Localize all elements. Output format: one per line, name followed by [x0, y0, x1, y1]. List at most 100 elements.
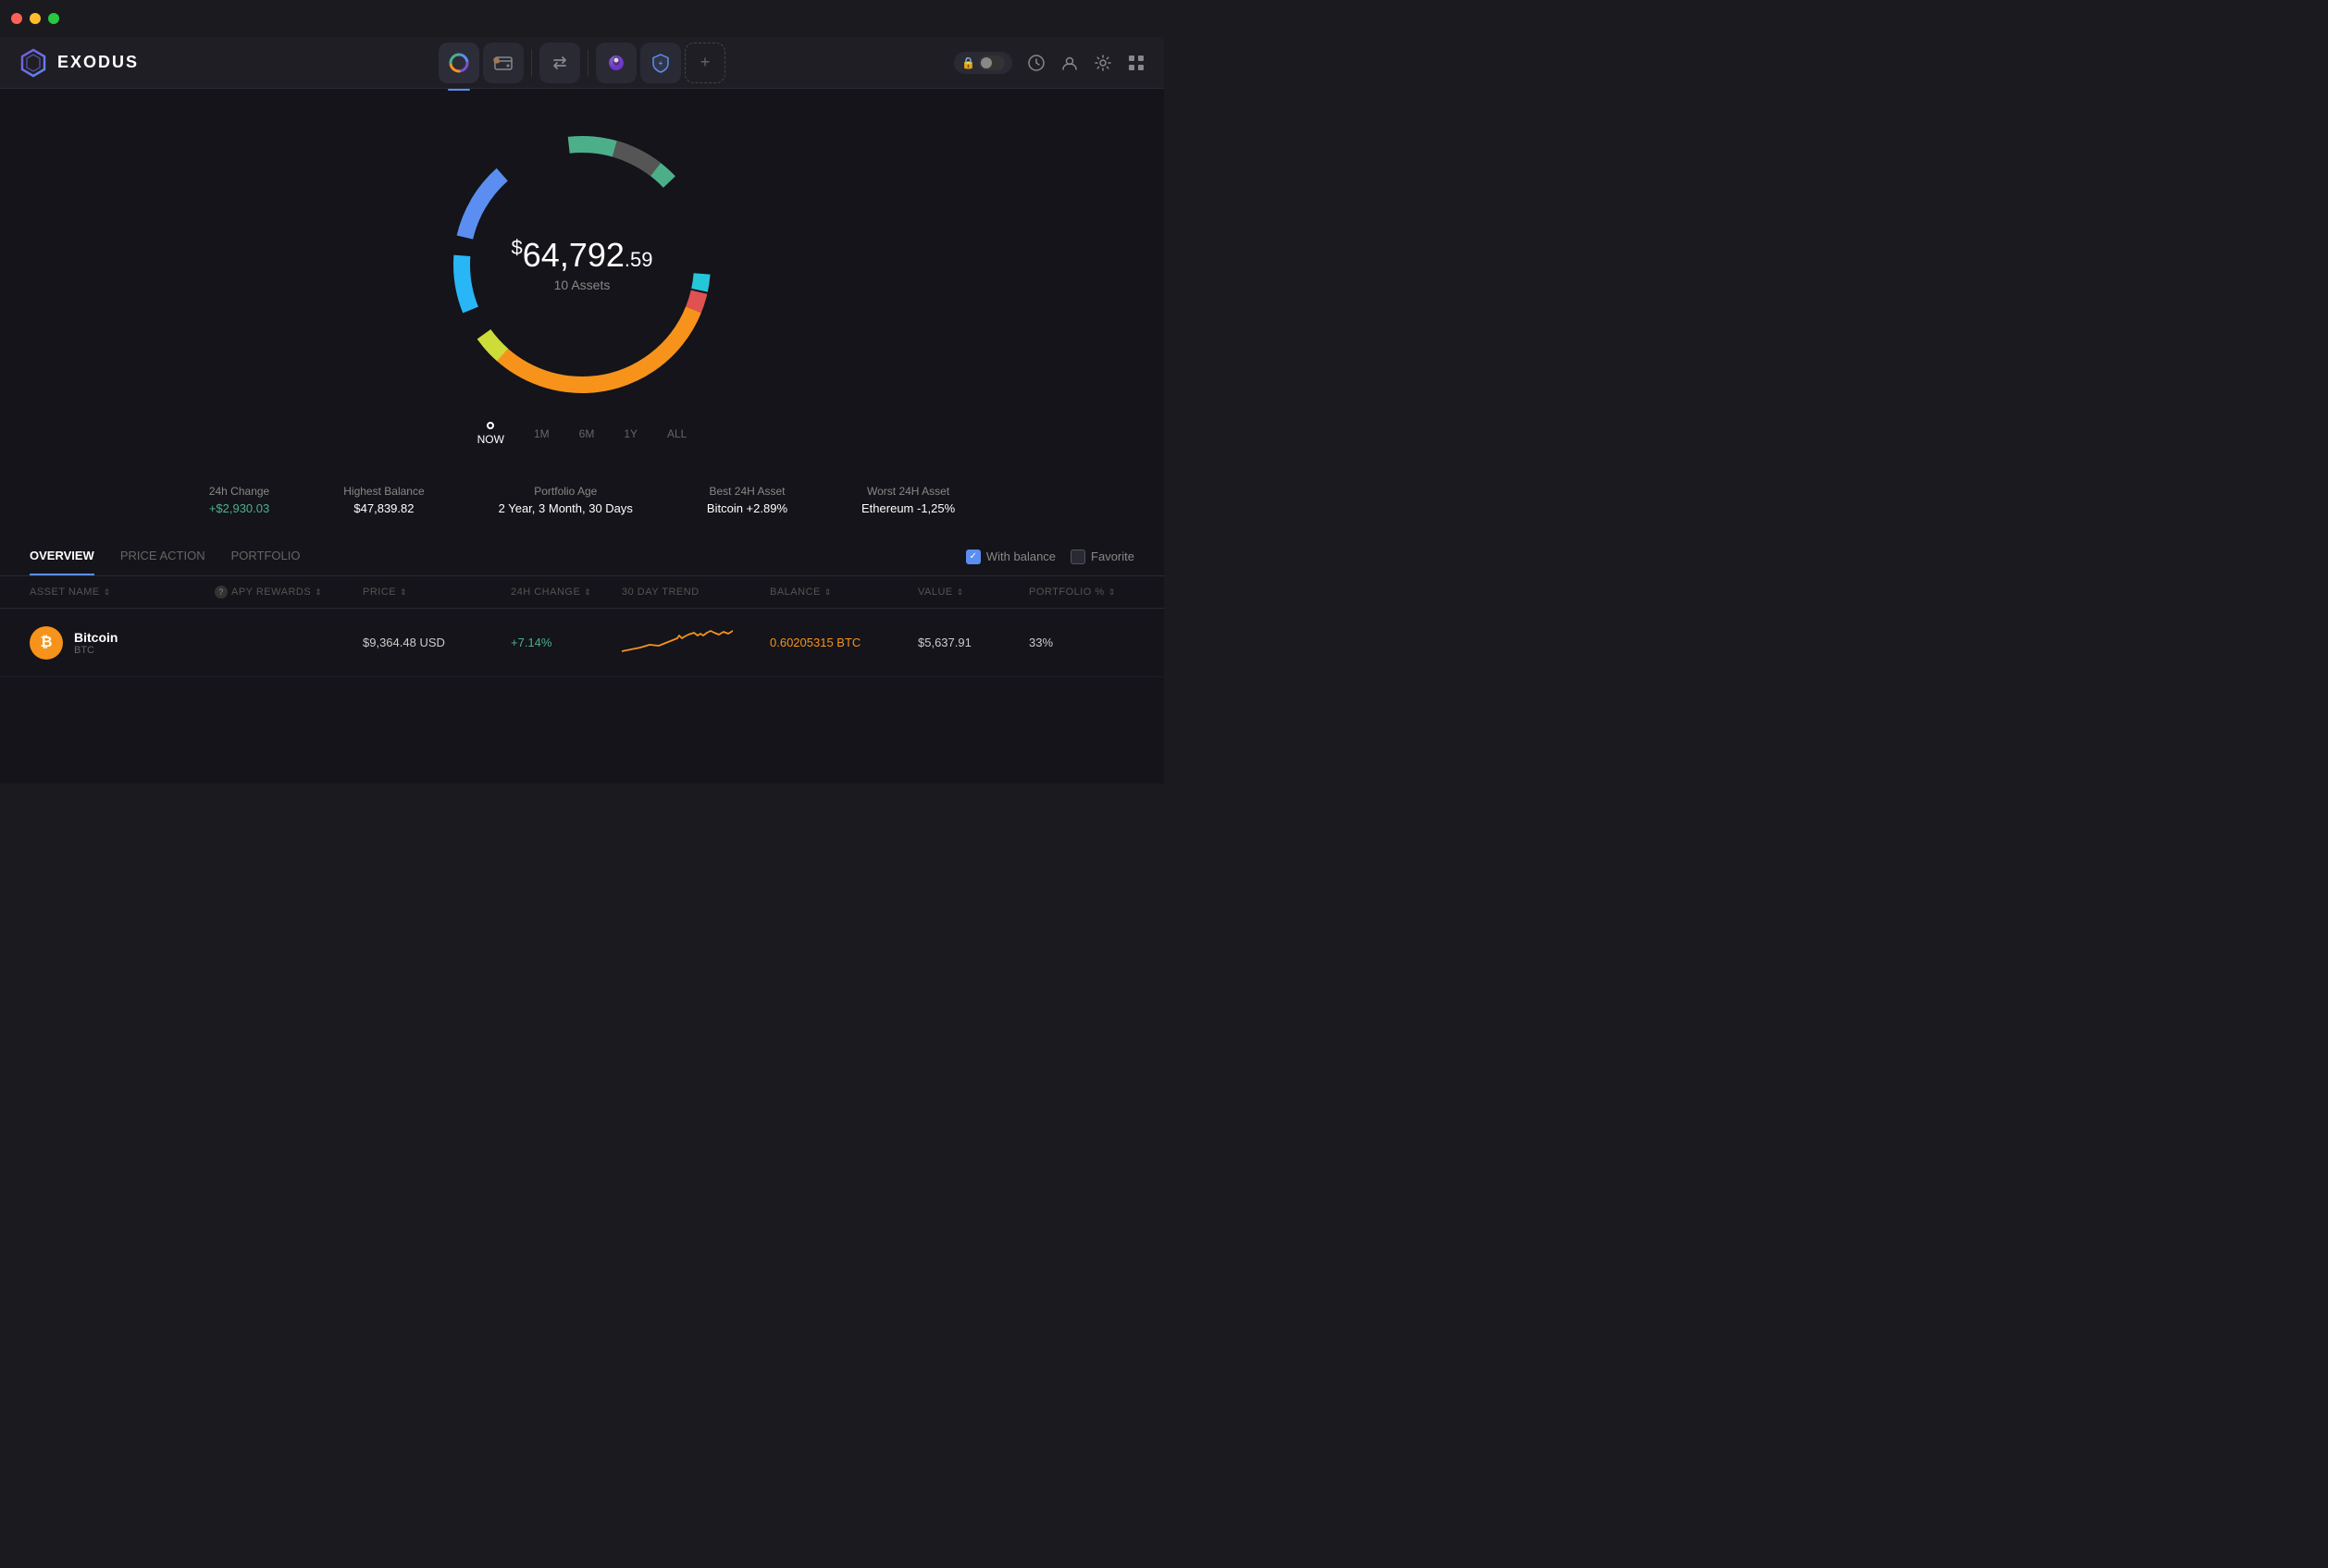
- stat-highest-label: Highest Balance: [343, 485, 424, 498]
- stat-worst-label: Worst 24H Asset: [861, 485, 955, 498]
- th-portfolio-pct[interactable]: PORTFOLIO % ⇕: [1029, 586, 1121, 598]
- th-30day-trend: 30 DAY TREND: [622, 586, 770, 598]
- table-row-bitcoin[interactable]: ₿ Bitcoin BTC $9,364.48 USD +7.14% 0.6: [0, 609, 1164, 677]
- nav-center: + +: [204, 43, 960, 83]
- stats-bar: 24h Change +$2,930.03 Highest Balance $4…: [0, 470, 1164, 530]
- timeline-dot-now: [487, 422, 494, 429]
- svg-text:+: +: [659, 59, 663, 68]
- titlebar: [0, 0, 1164, 37]
- th-balance[interactable]: BALANCE ⇕: [770, 586, 918, 598]
- bitcoin-price: $9,364.48 USD: [363, 636, 511, 649]
- donut-chart: $64,792.59 10 Assets: [434, 117, 730, 413]
- swap-icon: [550, 53, 570, 73]
- asset-table: ASSET NAME ⇕ ? APY REWARDS ⇕ PRICE ⇕ 24H…: [0, 576, 1164, 677]
- profile-icon: [1060, 54, 1079, 72]
- logo-area: EXODUS: [19, 48, 204, 78]
- timeline-now[interactable]: NOW: [477, 422, 504, 446]
- stat-age-label: Portfolio Age: [499, 485, 633, 498]
- sort-icon-balance: ⇕: [824, 587, 832, 598]
- asset-name-col-bitcoin: ₿ Bitcoin BTC: [30, 626, 215, 660]
- favorite-label: Favorite: [1091, 549, 1134, 563]
- settings-button[interactable]: [1094, 54, 1112, 72]
- th-apy-rewards[interactable]: ? APY REWARDS ⇕: [215, 586, 363, 599]
- grid-icon: [1127, 54, 1145, 72]
- nft-icon: [606, 53, 626, 73]
- stat-24h-change: 24h Change +$2,930.03: [209, 485, 269, 515]
- tab-portfolio[interactable]: PORTFOLIO: [231, 537, 301, 575]
- profile-button[interactable]: [1060, 54, 1079, 72]
- nav-btn-portfolio[interactable]: [439, 43, 479, 83]
- timeline-1y[interactable]: 1Y: [624, 427, 638, 440]
- grid-button[interactable]: [1127, 54, 1145, 72]
- add-icon: +: [700, 53, 711, 72]
- traffic-light-yellow[interactable]: [30, 13, 41, 24]
- timeline-all[interactable]: ALL: [667, 427, 687, 440]
- tabs-right: With balance Favorite: [966, 549, 1134, 564]
- stat-best-asset: Best 24H Asset Bitcoin +2.89%: [707, 485, 787, 515]
- chart-section: $64,792.59 10 Assets NOW 1M 6M 1Y ALL: [0, 89, 1164, 470]
- sort-icon-portfolio: ⇕: [1108, 587, 1116, 598]
- th-asset-name[interactable]: ASSET NAME ⇕: [30, 586, 215, 598]
- lock-icon: 🔒: [961, 56, 975, 69]
- portfolio-total: $64,792.59: [512, 237, 653, 274]
- portfolio-icon: [449, 53, 469, 73]
- table-header: ASSET NAME ⇕ ? APY REWARDS ⇕ PRICE ⇕ 24H…: [0, 576, 1164, 609]
- timeline-6m[interactable]: 6M: [579, 427, 595, 440]
- bitcoin-name-stack: Bitcoin BTC: [74, 630, 118, 656]
- stat-best-label: Best 24H Asset: [707, 485, 787, 498]
- bitcoin-trend-chart: [622, 622, 770, 663]
- logo-text: EXODUS: [57, 53, 139, 72]
- traffic-light-red[interactable]: [11, 13, 22, 24]
- nav-btn-add[interactable]: +: [685, 43, 725, 83]
- stat-age-value: 2 Year, 3 Month, 30 Days: [499, 501, 633, 515]
- currency-symbol: $: [512, 236, 523, 259]
- with-balance-label: With balance: [986, 549, 1056, 563]
- sort-icon-value: ⇕: [957, 587, 964, 598]
- timeline-1m[interactable]: 1M: [534, 427, 550, 440]
- tab-price-action[interactable]: PRICE ACTION: [120, 537, 205, 575]
- exodus-logo-icon: [19, 48, 48, 78]
- bitcoin-portfolio-pct: 33%: [1029, 636, 1121, 649]
- apy-help-icon[interactable]: ?: [215, 586, 228, 599]
- bitcoin-value: $5,637.91: [918, 636, 1029, 649]
- history-button[interactable]: [1027, 54, 1046, 72]
- nav-btn-earn[interactable]: +: [640, 43, 681, 83]
- stat-worst-value: Ethereum -1,25%: [861, 501, 955, 515]
- sort-icon-price: ⇕: [400, 587, 407, 598]
- filter-with-balance[interactable]: With balance: [966, 549, 1056, 564]
- stat-worst-asset: Worst 24H Asset Ethereum -1,25%: [861, 485, 955, 515]
- traffic-light-green[interactable]: [48, 13, 59, 24]
- stat-highest-balance: Highest Balance $47,839.82: [343, 485, 424, 515]
- nav-divider-1: [531, 49, 532, 77]
- bitcoin-name: Bitcoin: [74, 630, 118, 645]
- stat-portfolio-age: Portfolio Age 2 Year, 3 Month, 30 Days: [499, 485, 633, 515]
- bitcoin-balance: 0.60205315 BTC: [770, 636, 918, 649]
- stat-highest-value: $47,839.82: [343, 501, 424, 515]
- favorite-checkbox[interactable]: [1071, 549, 1085, 564]
- tabs-section: OVERVIEW PRICE ACTION PORTFOLIO With bal…: [0, 537, 1164, 576]
- bitcoin-24h-change: +7.14%: [511, 636, 622, 649]
- sort-icon-change: ⇕: [584, 587, 591, 598]
- nav-btn-nft[interactable]: [596, 43, 637, 83]
- donut-center: $64,792.59 10 Assets: [512, 237, 653, 292]
- nav-right: 🔒: [960, 52, 1145, 74]
- with-balance-checkbox[interactable]: [966, 549, 981, 564]
- filter-favorite[interactable]: Favorite: [1071, 549, 1134, 564]
- sort-icon-name: ⇕: [104, 587, 111, 598]
- assets-count: 10 Assets: [512, 278, 653, 292]
- bitcoin-icon: ₿: [30, 626, 63, 660]
- stat-24h-value: +$2,930.03: [209, 501, 269, 515]
- stat-best-value: Bitcoin +2.89%: [707, 501, 787, 515]
- nav-btn-wallet[interactable]: [483, 43, 524, 83]
- header: EXODUS: [0, 37, 1164, 89]
- th-24h-change[interactable]: 24H CHANGE ⇕: [511, 586, 622, 598]
- sort-icon-apy: ⇕: [315, 587, 322, 598]
- th-price[interactable]: PRICE ⇕: [363, 586, 511, 598]
- tab-overview[interactable]: OVERVIEW: [30, 537, 94, 575]
- nav-btn-swap[interactable]: [539, 43, 580, 83]
- lock-toggle-button[interactable]: 🔒: [954, 52, 1012, 74]
- timeline: NOW 1M 6M 1Y ALL: [477, 422, 687, 446]
- bitcoin-ticker: BTC: [74, 645, 118, 656]
- th-value[interactable]: VALUE ⇕: [918, 586, 1029, 598]
- wallet-icon: [493, 53, 514, 73]
